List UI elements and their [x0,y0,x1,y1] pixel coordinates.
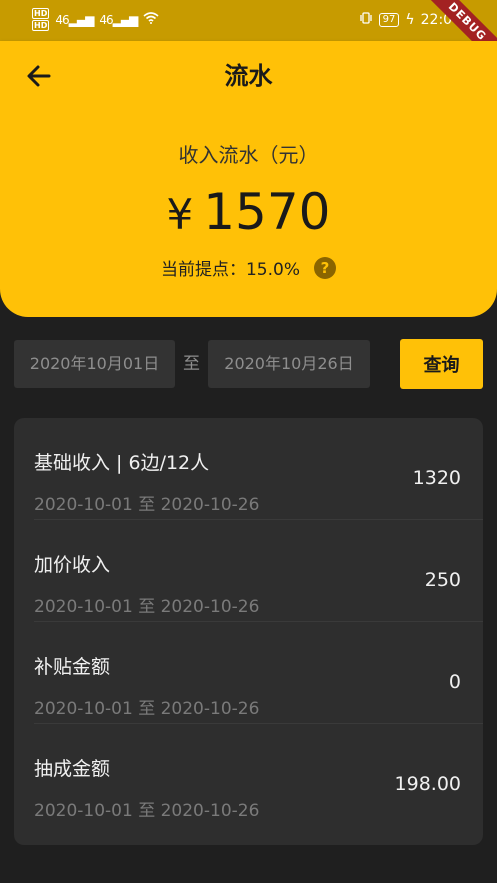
item-value: 198.00 [394,773,461,795]
help-icon[interactable]: ? [314,256,336,279]
income-list: 基础收入 | 6边/12人 2020-10-01 至 2020-10-26 13… [14,418,483,845]
battery-icon: 97 [378,13,400,27]
hd-badge: HD [32,8,50,19]
item-title: 补贴金额 [34,656,111,678]
list-item[interactable]: 基础收入 | 6边/12人 2020-10-01 至 2020-10-26 13… [14,418,483,520]
list-item[interactable]: 加价收入 2020-10-01 至 2020-10-26 250 [14,520,483,622]
screen: HD HD 46▂▄▆ 46▂▄▆ 97 ϟ 22:00 DEBUG 流水 收入… [0,0,497,883]
total-amount: 1570 [203,183,331,241]
item-title: 加价收入 [34,554,111,576]
query-button[interactable]: 查询 [400,339,483,389]
page-title: 流水 [224,62,273,90]
end-date-field[interactable]: 2020年10月26日 [208,340,370,388]
summary-label: 收入流水（元） [178,143,319,167]
commission-rate-row: 当前提点：15.0% ? [0,255,497,280]
item-date-range: 2020-10-01 至 2020-10-26 [34,699,260,719]
hd-badges: HD HD [32,8,50,31]
income-summary: 收入流水（元） ¥1570 当前提点：15.0% ? [0,111,497,317]
status-left: HD HD 46▂▄▆ 46▂▄▆ [32,8,159,31]
currency-symbol: ¥ [166,190,194,239]
item-value: 0 [448,671,461,693]
item-date-range: 2020-10-01 至 2020-10-26 [34,597,260,617]
commission-rate: 当前提点：15.0% [160,260,300,280]
item-value: 250 [424,569,461,591]
item-value: 1320 [412,467,461,489]
hd-badge: HD [32,20,50,31]
item-title: 抽成金额 [34,758,111,780]
status-bar: HD HD 46▂▄▆ 46▂▄▆ 97 ϟ 22:00 DEBUG [0,0,497,72]
item-date-range: 2020-10-01 至 2020-10-26 [34,801,260,821]
list-item[interactable]: 补贴金额 2020-10-01 至 2020-10-26 0 [14,622,483,724]
charging-icon: ϟ [405,12,415,28]
start-date-field[interactable]: 2020年10月01日 [14,340,175,388]
app-bar: 流水 [0,41,497,111]
list-item[interactable]: 抽成金额 2020-10-01 至 2020-10-26 198.00 [14,724,483,826]
item-date-range: 2020-10-01 至 2020-10-26 [34,495,260,515]
signal-icon: 46▂▄▆ [99,12,138,27]
vibrate-icon [359,11,373,29]
item-title: 基础收入 | 6边/12人 [34,452,210,474]
amount-row: ¥1570 [0,183,497,241]
date-separator: 至 [183,354,200,374]
wifi-icon [143,12,159,27]
signal-icon: 46▂▄▆ [55,12,94,27]
